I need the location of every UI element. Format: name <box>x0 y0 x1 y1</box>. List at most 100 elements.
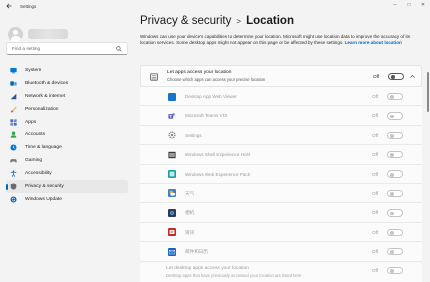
app-toggle[interactable] <box>387 228 403 237</box>
app-name: 相机 <box>185 210 195 216</box>
app-name: 邮件和日历 <box>185 249 208 255</box>
desktop-access-state: Off <box>372 267 379 273</box>
sidebar-item-label: Gaming <box>25 158 43 164</box>
app-toggle[interactable] <box>387 150 403 159</box>
close-button[interactable]: ✕ <box>416 0 430 10</box>
minimize-button[interactable]: ─ <box>388 0 402 10</box>
scrollbar[interactable] <box>427 62 429 262</box>
sidebar-item-label: System <box>25 67 42 73</box>
learn-more-link[interactable]: Learn more about location <box>345 40 402 45</box>
desktop-access-card: Let desktop apps access your location De… <box>140 261 422 282</box>
bluetooth-icon <box>10 80 17 87</box>
chevron-up-icon[interactable] <box>409 73 416 80</box>
app-toggle[interactable] <box>387 209 403 217</box>
toggle-knob <box>389 250 394 255</box>
app-row: Windows Shell Experience Host Off <box>140 145 422 165</box>
web-experience-icon <box>168 170 176 179</box>
toggle-knob <box>389 268 394 273</box>
apps-icon <box>10 118 17 126</box>
time-language-icon <box>10 144 17 151</box>
sidebar-item-windows-update[interactable]: Windows Update <box>6 193 128 206</box>
desktop-access-toggle[interactable] <box>387 266 403 275</box>
maximize-button[interactable]: □ <box>402 0 416 10</box>
sidebar-item-accessibility[interactable]: Accessibility <box>6 167 128 180</box>
location-settings-panel: Let apps access your location Choose whi… <box>140 65 422 282</box>
sidebar-item-network[interactable]: Network & internet <box>6 90 128 103</box>
app-state: Off <box>372 249 379 255</box>
sidebar-item-apps[interactable]: Apps <box>6 116 128 129</box>
shell-host-icon <box>168 151 176 158</box>
breadcrumb-parent[interactable]: Privacy & security <box>140 15 231 27</box>
apps-access-card[interactable]: Let apps access your location Choose whi… <box>140 65 422 87</box>
app-name: 天气 <box>185 190 195 196</box>
accounts-icon <box>10 131 17 139</box>
toggle-knob <box>389 192 394 196</box>
accessibility-icon <box>10 170 17 177</box>
search-icon[interactable] <box>116 45 122 52</box>
sidebar-item-personalization[interactable]: Personalization <box>6 103 128 116</box>
breadcrumb: Privacy & security > Location <box>140 15 294 27</box>
sidebar-item-label: Accessibility <box>25 171 52 177</box>
sidebar-item-label: Accounts <box>25 132 46 138</box>
app-name: Microsoft Teams VDI <box>185 113 228 119</box>
avatar <box>8 26 23 42</box>
page-title: Location <box>246 15 294 27</box>
sidebar-item-label: Personalization <box>25 106 59 112</box>
sidebar-item-time-language[interactable]: Time & language <box>6 141 128 154</box>
apps-access-state: Off <box>373 73 380 79</box>
weather-icon <box>168 189 176 198</box>
settings-gear-icon <box>168 131 176 139</box>
toggle-knob <box>389 211 394 216</box>
sidebar-item-system[interactable]: System <box>6 64 128 77</box>
camera-icon <box>168 208 176 217</box>
gaming-icon <box>10 157 17 164</box>
toggle-knob <box>389 95 394 99</box>
update-icon <box>10 196 17 203</box>
app-name: Desktop App Web Viewer <box>185 94 237 99</box>
app-state: Off <box>372 132 379 138</box>
sidebar-item-bluetooth[interactable]: Bluetooth & devices <box>6 77 128 90</box>
app-state: Off <box>372 152 379 158</box>
redacted-user-name <box>28 29 68 39</box>
search-box[interactable]: Find a setting <box>6 42 128 55</box>
app-toggle[interactable] <box>387 247 403 256</box>
toggle-knob <box>389 133 394 138</box>
app-state: Off <box>372 190 379 196</box>
sidebar-item-label: Bluetooth & devices <box>25 80 69 86</box>
toggle-knob <box>389 230 394 235</box>
app-name: Windows Web Experience Pack <box>185 171 251 177</box>
sidebar-item-label: Privacy & security <box>25 183 64 189</box>
toggle-knob <box>389 172 394 177</box>
desktop-access-subtitle: Desktop apps that have previously access… <box>166 272 302 278</box>
sidebar-item-label: Time & language <box>25 145 62 151</box>
app-toggle[interactable] <box>387 189 403 198</box>
sidebar-item-privacy-security[interactable]: Privacy & security <box>6 180 128 193</box>
app-row: 资讯 Off <box>140 222 422 243</box>
app-toggle[interactable] <box>387 112 403 120</box>
app-state: Off <box>372 210 379 216</box>
scrollbar-thumb[interactable] <box>427 72 429 112</box>
sidebar-nav: System Bluetooth & devices Network & int… <box>6 64 128 206</box>
app-row: 邮件和日历 Off <box>140 242 422 262</box>
apps-access-subtitle: Choose which apps can access your precis… <box>167 77 266 82</box>
user-profile[interactable] <box>8 26 128 42</box>
app-toggle[interactable] <box>387 131 403 140</box>
sidebar-item-gaming[interactable]: Gaming <box>6 154 128 167</box>
sidebar-item-label: Apps <box>25 119 37 125</box>
teams-icon <box>168 113 175 119</box>
search-input[interactable]: Find a setting <box>12 46 116 51</box>
app-toggle[interactable] <box>387 92 403 101</box>
app-row: Windows Web Experience Pack Off <box>140 164 422 184</box>
app-row: Microsoft Teams VDI Off <box>140 106 422 126</box>
sidebar-item-label: Network & internet <box>25 93 66 99</box>
apps-access-toggle[interactable] <box>388 72 404 80</box>
apps-list-icon <box>150 73 158 81</box>
app-toggle[interactable] <box>387 170 403 178</box>
toggle-knob <box>390 74 395 79</box>
app-name: Windows Shell Experience Host <box>185 152 251 158</box>
back-arrow-icon <box>6 3 12 9</box>
sidebar-item-accounts[interactable]: Accounts <box>6 128 128 141</box>
app-state: Off <box>372 229 379 235</box>
back-button[interactable] <box>4 1 14 11</box>
app-name: 资讯 <box>185 229 195 235</box>
